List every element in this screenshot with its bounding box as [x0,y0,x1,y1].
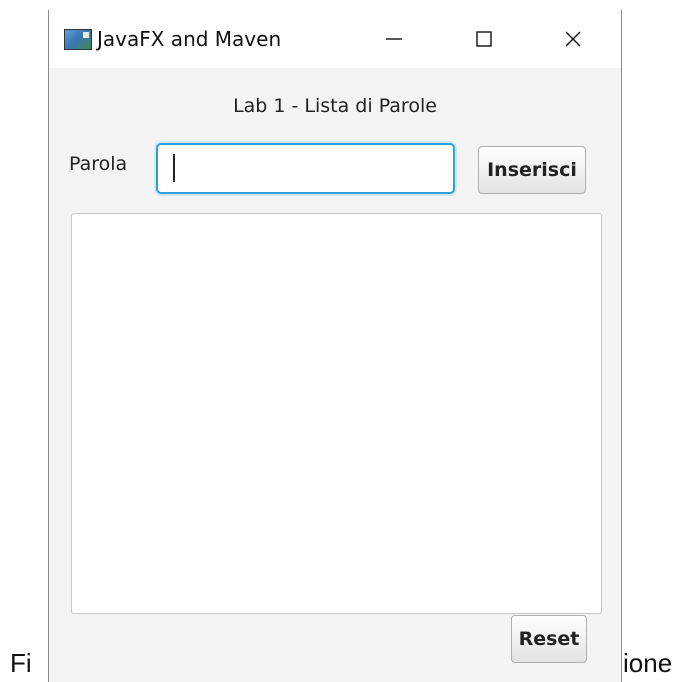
inserisci-button[interactable]: Inserisci [478,146,586,194]
parola-label: Parola [69,153,128,175]
minimize-button[interactable] [364,10,424,68]
title-bar[interactable]: JavaFX and Maven [49,10,621,68]
maximize-button[interactable] [454,10,514,68]
app-window: JavaFX and Maven Lab 1 - Lista di Parole… [48,10,622,682]
words-list-area[interactable] [71,213,602,614]
parola-input[interactable] [156,143,455,194]
caption-right-fragment: ione [623,648,673,678]
window-title: JavaFX and Maven [97,27,282,51]
javafx-app-icon [64,29,92,50]
page-title: Lab 1 - Lista di Parole [233,95,437,117]
reset-button[interactable]: Reset [511,615,587,663]
caption-left-fragment: Fi [10,648,32,678]
maximize-icon [475,30,493,48]
close-button[interactable] [543,10,603,68]
minimize-icon [385,30,403,48]
close-icon [564,30,582,48]
text-caret [173,154,175,182]
